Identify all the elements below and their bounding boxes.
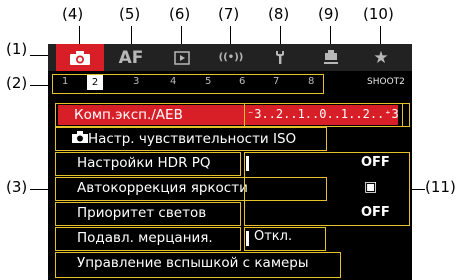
callout-7: (7) <box>218 5 240 23</box>
callout-10: (10) <box>363 5 394 23</box>
value-highlight-box <box>244 227 326 251</box>
item-highlight-box <box>55 227 241 251</box>
leader-line <box>181 26 182 44</box>
callout-11: (11) <box>425 178 456 196</box>
playback-icon <box>174 50 190 65</box>
tab-setup[interactable] <box>267 44 293 71</box>
tab-wireless[interactable]: ((•)) <box>216 44 246 71</box>
callout-4: (4) <box>62 5 84 23</box>
tab-my-menu[interactable]: ★ <box>369 44 393 71</box>
custom-functions-icon <box>324 50 338 64</box>
value-highlight-box <box>244 103 410 127</box>
item-highlight-box <box>55 202 241 226</box>
tab-af[interactable]: AF <box>113 44 149 71</box>
leader-line <box>30 85 50 86</box>
page-label: SHOOT2 <box>367 77 405 87</box>
leader-line <box>280 26 281 44</box>
item-highlight-box <box>55 252 341 278</box>
page-strip-highlight <box>52 74 324 94</box>
wrench-icon <box>276 51 284 64</box>
leader-line <box>330 26 331 44</box>
callout-2: (2) <box>6 74 28 92</box>
tab-custom-functions[interactable] <box>317 44 345 71</box>
camera-icon <box>70 50 90 65</box>
tab-shooting[interactable] <box>56 44 104 71</box>
callout-6: (6) <box>169 5 191 23</box>
callout-3: (3) <box>6 178 28 196</box>
callout-1: (1) <box>6 40 28 58</box>
item-highlight-box <box>55 127 327 151</box>
callout-8: (8) <box>268 5 290 23</box>
leader-line <box>230 26 231 44</box>
leader-line <box>412 189 425 190</box>
leader-line <box>380 26 381 44</box>
item-highlight-box <box>55 152 241 176</box>
callout-9: (9) <box>318 5 340 23</box>
leader-line <box>131 26 132 44</box>
leader-line <box>30 55 50 56</box>
tab-playback[interactable] <box>168 44 196 71</box>
leader-line <box>79 26 80 44</box>
callout-5: (5) <box>119 5 141 23</box>
value-highlight-box <box>244 152 410 226</box>
